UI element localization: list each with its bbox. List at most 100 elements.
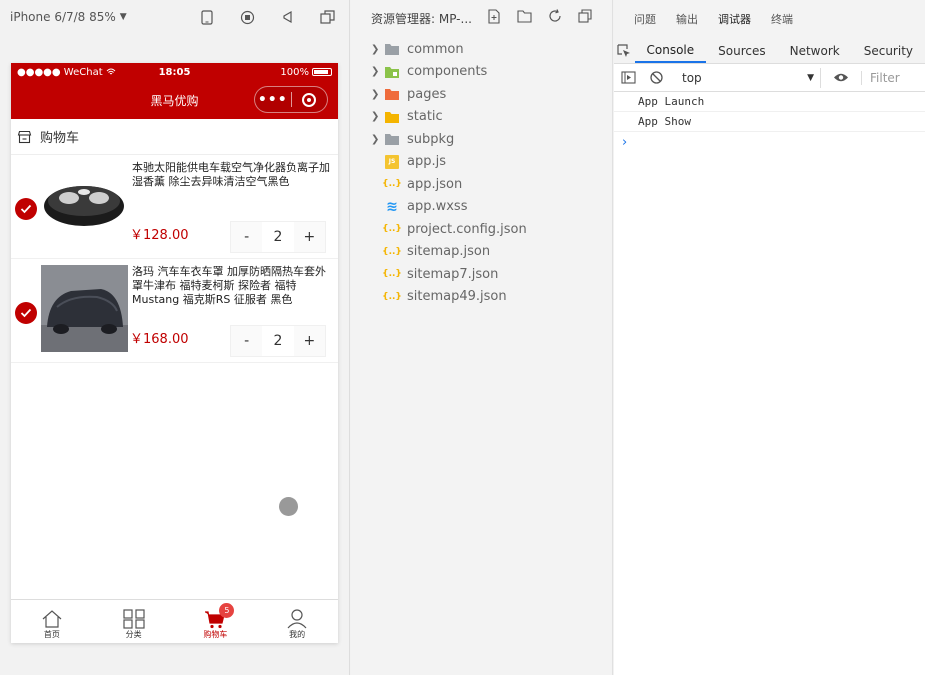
increase-button[interactable]: +: [294, 333, 325, 349]
status-bar: ●●●●● WeChat 18:05 100%: [11, 63, 338, 81]
console-log-line: App Show: [614, 112, 925, 132]
json-icon: {..}: [382, 179, 402, 190]
file-app-wxss[interactable]: ≋ app.wxss: [351, 196, 612, 219]
folder-icon: [385, 65, 399, 79]
goods-title[interactable]: 本驰太阳能供电车载空气净化器负离子加湿香薰 除尘去异味清洁空气黑色: [132, 161, 334, 189]
tree-item-label: common: [407, 41, 464, 57]
console-toolbar: top ▼ Filter: [614, 64, 925, 92]
tab-security[interactable]: Security: [852, 38, 925, 63]
tab-output[interactable]: 输出: [676, 11, 698, 27]
quantity-input[interactable]: 2: [262, 222, 294, 252]
tab-sources[interactable]: Sources: [706, 38, 777, 63]
goods-title[interactable]: 洛玛 汽车车衣车罩 加厚防晒隔热车套外罩牛津布 福特麦柯斯 探险者 福特Must…: [132, 265, 334, 307]
cart-item: 本驰太阳能供电车载空气净化器负离子加湿香薰 除尘去异味清洁空气黑色 ￥128.0…: [11, 155, 338, 259]
goods-thumbnail[interactable]: [41, 161, 128, 248]
tab-profile[interactable]: 我的: [256, 600, 338, 643]
tab-network[interactable]: Network: [778, 38, 852, 63]
file-sitemap7-json[interactable]: {..} sitemap7.json: [351, 263, 612, 286]
tree-item-label: sitemap7.json: [407, 266, 499, 282]
selected-checkbox[interactable]: [15, 302, 37, 324]
new-folder-icon[interactable]: [517, 9, 532, 27]
selected-checkbox[interactable]: [15, 198, 37, 220]
volume-icon[interactable]: [279, 9, 295, 25]
simulator-toolbar: iPhone 6/7/8 85% ▼: [0, 0, 349, 34]
tab-terminal[interactable]: 终端: [771, 11, 793, 27]
file-sitemap-json[interactable]: {..} sitemap.json: [351, 241, 612, 264]
goods-info: 洛玛 汽车车衣车罩 加厚防晒隔热车套外罩牛津布 福特麦柯斯 探险者 福特Must…: [128, 265, 334, 359]
chevron-right-icon: ❯: [371, 66, 380, 78]
folder-components[interactable]: ❯ components: [351, 61, 612, 84]
quantity-input[interactable]: 2: [262, 326, 294, 356]
file-project-config-json[interactable]: {..} project.config.json: [351, 218, 612, 241]
json-icon: {..}: [382, 246, 402, 257]
tree-item-label: components: [407, 64, 488, 80]
tab-label: 购物车: [203, 630, 228, 639]
sidebar-toggle-icon[interactable]: [614, 71, 642, 84]
navigation-bar: 黑马优购 •••: [11, 81, 338, 119]
folder-pages[interactable]: ❯ pages: [351, 83, 612, 106]
tab-label: 我的: [289, 630, 306, 639]
tab-home[interactable]: 首页: [11, 600, 93, 643]
decrease-button[interactable]: -: [231, 229, 262, 245]
phone-icon[interactable]: [199, 9, 215, 25]
file-app-json[interactable]: {..} app.json: [351, 173, 612, 196]
category-icon: [123, 609, 145, 629]
tab-cart[interactable]: 5 购物车: [175, 600, 257, 643]
goods-price: ￥168.00: [130, 332, 189, 347]
goods-thumbnail[interactable]: [41, 265, 128, 352]
tree-item-label: project.config.json: [407, 221, 527, 237]
folder-static[interactable]: ❯ static: [351, 106, 612, 129]
chevron-right-icon: ❯: [371, 111, 380, 123]
tree-item-label: app.json: [407, 176, 463, 192]
cart-item: 洛玛 汽车车衣车罩 加厚防晒隔热车套外罩牛津布 福特麦柯斯 探险者 福特Must…: [11, 259, 338, 363]
live-expression-eye-icon[interactable]: [827, 72, 855, 83]
tab-debugger[interactable]: 调试器: [718, 11, 751, 27]
tab-bar: 首页 分类 5 购物车 我的: [11, 599, 338, 643]
folder-icon: [385, 110, 399, 124]
tree-item-label: subpkg: [407, 131, 455, 147]
folder-icon: [385, 87, 399, 101]
explorer-header: 资源管理器: MP-...: [351, 0, 612, 36]
check-icon: [20, 204, 32, 214]
file-app-js[interactable]: JS app.js: [351, 151, 612, 174]
file-explorer: 资源管理器: MP-... ❯ common ❯ components ❯ pa…: [351, 0, 613, 675]
folder-icon: [385, 42, 399, 56]
tab-label: 首页: [43, 630, 60, 639]
tab-problems[interactable]: 问题: [634, 11, 656, 27]
tab-console[interactable]: Console: [634, 38, 707, 63]
page-title: 黑马优购: [150, 93, 199, 108]
increase-button[interactable]: +: [294, 229, 325, 245]
battery-percent: 100%: [280, 66, 309, 78]
inspect-element-icon[interactable]: [614, 43, 635, 58]
status-time: 18:05: [158, 66, 191, 78]
chevron-right-icon: ❯: [371, 88, 380, 100]
new-file-icon[interactable]: [487, 9, 501, 27]
filter-input[interactable]: Filter: [861, 70, 900, 85]
menu-capsule: •••: [254, 86, 328, 113]
goods-price: ￥128.00: [130, 228, 189, 243]
tab-category[interactable]: 分类: [93, 600, 175, 643]
battery: 100%: [280, 67, 332, 78]
json-icon: {..}: [382, 224, 402, 235]
context-value: top: [682, 70, 702, 85]
chevron-right-icon: ❯: [371, 133, 380, 145]
folder-subpkg[interactable]: ❯ subpkg: [351, 128, 612, 151]
record-icon[interactable]: [239, 9, 255, 25]
console-prompt[interactable]: ›: [614, 132, 925, 152]
refresh-icon[interactable]: [548, 9, 562, 27]
tree-item-label: app.wxss: [407, 199, 468, 215]
device-selector[interactable]: iPhone 6/7/8 85% ▼: [10, 10, 127, 24]
more-icon[interactable]: •••: [255, 92, 291, 108]
devtools-top-tabs: 问题 输出 调试器 终端: [614, 0, 925, 38]
folder-common[interactable]: ❯ common: [351, 38, 612, 61]
clear-console-icon[interactable]: [642, 71, 670, 84]
collapse-all-icon[interactable]: [578, 9, 592, 27]
goods-info: 本驰太阳能供电车载空气净化器负离子加湿香薰 除尘去异味清洁空气黑色 ￥128.0…: [128, 161, 334, 255]
caret-down-icon: ▼: [807, 72, 814, 83]
context-selector[interactable]: top ▼: [676, 67, 821, 88]
close-miniprogram-icon[interactable]: [292, 92, 328, 107]
file-sitemap49-json[interactable]: {..} sitemap49.json: [351, 286, 612, 309]
decrease-button[interactable]: -: [231, 333, 262, 349]
detach-window-icon[interactable]: [319, 9, 335, 25]
quantity-stepper: - 2 +: [230, 221, 326, 253]
